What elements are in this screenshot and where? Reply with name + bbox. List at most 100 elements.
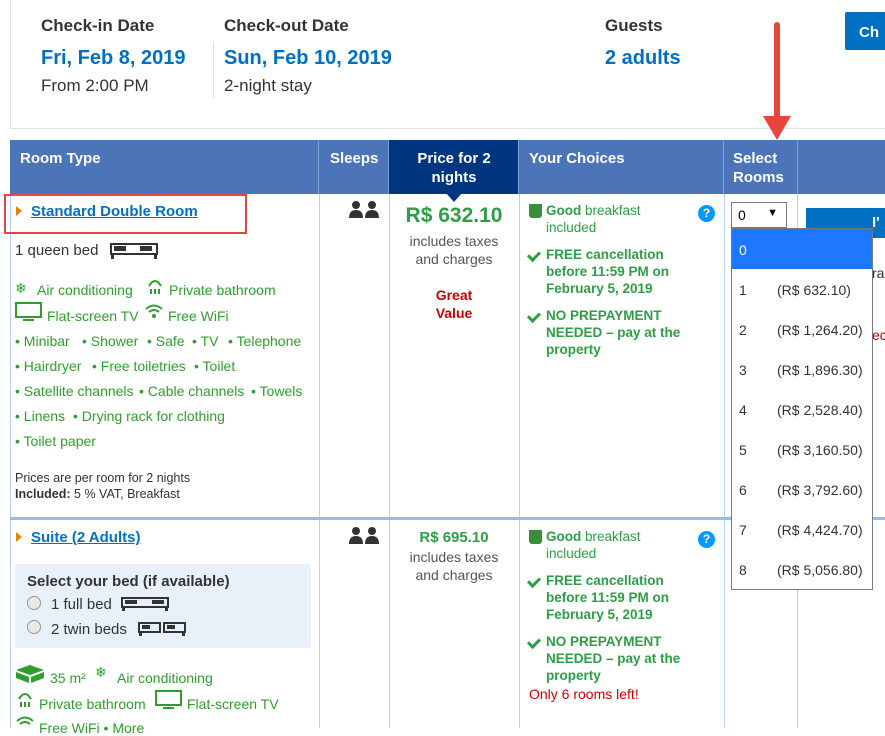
summary-divider: [213, 42, 214, 98]
header-price-line2: nights: [431, 169, 477, 186]
bed-select-title: Select your bed (if available): [27, 573, 230, 590]
facility-item: • Toilet: [194, 358, 236, 374]
amenity-flat-screen-tv: Flat-screen TV: [187, 696, 279, 712]
select-option[interactable]: 5 (R$ 3,160.50): [732, 429, 872, 469]
checkmark-icon: [526, 573, 542, 589]
room2-cancel-3: February 5, 2019: [546, 607, 653, 622]
bed-option-twin[interactable]: 2 twin beds: [51, 621, 127, 638]
facility-item: • Minibar: [15, 333, 70, 349]
breakfast-good: Good: [546, 203, 582, 218]
facility-label: Drying rack for clothing: [81, 408, 225, 424]
snowflake-icon: ❄: [15, 280, 27, 296]
facility-item: • Drying rack for clothing: [73, 408, 225, 424]
question-icon[interactable]: ?: [698, 205, 715, 222]
rooms-left-warning: Only 6 rooms left!: [529, 686, 639, 702]
bed-option-full[interactable]: 1 full bed: [51, 596, 112, 613]
twin-beds-icon: [138, 622, 186, 636]
facility-label: TV: [200, 333, 219, 349]
wifi-icon: [145, 304, 163, 318]
facility-item: • TV: [192, 333, 219, 349]
two-persons-icon: [349, 201, 379, 218]
annotation-arrow-head: [763, 116, 791, 140]
checkin-date[interactable]: Fri, Feb 8, 2019: [41, 47, 186, 70]
option-count: 2: [739, 322, 747, 338]
great-value-line2: Value: [435, 305, 473, 321]
amenity-free-wifi-more[interactable]: Free WiFi • More: [39, 720, 144, 736]
room1-bed-text: 1 queen bed: [15, 242, 99, 259]
select-option[interactable]: 1 (R$ 632.10): [732, 269, 872, 309]
facility-label: Towels: [259, 383, 303, 399]
select-option[interactable]: 7 (R$ 4,424.70): [732, 509, 872, 549]
great-value-line1: Great: [435, 287, 473, 303]
room2-prepay-1: NO PREPAYMENT: [546, 634, 662, 649]
header-sleeps: Sleeps: [319, 140, 389, 194]
included-label: Included:: [15, 487, 71, 501]
select-option[interactable]: 2 (R$ 1,264.20): [732, 309, 872, 349]
option-price: (R$ 1,264.20): [777, 322, 863, 338]
booking-summary: Check-in Date Fri, Feb 8, 2019 From 2:00…: [10, 0, 885, 129]
option-price: (R$ 2,528.40): [777, 402, 863, 418]
option-price: (R$ 3,792.60): [777, 482, 863, 498]
question-icon[interactable]: ?: [698, 531, 715, 548]
included-line: Included: 5 % VAT, Breakfast: [15, 487, 180, 501]
room2-price: R$ 695.10: [419, 529, 489, 546]
room2-price-note-2: and charges: [415, 567, 493, 583]
reserve-info-text: ec: [872, 327, 885, 343]
checkmark-icon: [526, 308, 542, 324]
facility-label: Hairdryer: [23, 358, 82, 374]
select-option[interactable]: 4 (R$ 2,528.40): [732, 389, 872, 429]
facility-item: • Towels: [251, 383, 303, 399]
header-price: Price for 2 nights: [389, 140, 519, 194]
select-option[interactable]: 8 (R$ 5,056.80): [732, 549, 872, 589]
header-select-line2: Rooms: [733, 169, 784, 186]
guests-value[interactable]: 2 adults: [605, 47, 681, 70]
facility-label: Cable channels: [147, 383, 245, 399]
option-price: (R$ 632.10): [777, 282, 851, 298]
option-price: (R$ 5,056.80): [777, 562, 863, 578]
facility-item: • Telephone: [228, 333, 302, 349]
checkmark-icon: [526, 634, 542, 650]
option-count: 0: [739, 242, 747, 258]
facility-label: Linens: [23, 408, 66, 424]
annotation-highlight-box: [4, 194, 247, 234]
change-search-button[interactable]: Ch: [845, 12, 885, 50]
select-option[interactable]: 3 (R$ 1,896.30): [732, 349, 872, 389]
amenity-air-conditioning: Air conditioning: [117, 670, 213, 686]
select-option[interactable]: 6 (R$ 3,792.60): [732, 469, 872, 509]
room1-cancel-2: before 11:59 PM on: [546, 264, 670, 279]
select-option[interactable]: 0: [732, 229, 872, 269]
room2-cancel-2: before 11:59 PM on: [546, 590, 670, 605]
facility-label: Telephone: [236, 333, 302, 349]
wifi-icon: [16, 716, 34, 725]
reserve-button-label: I': [872, 214, 880, 231]
amenity-private-bathroom: Private bathroom: [39, 696, 146, 712]
price-header-pointer: [446, 193, 462, 202]
room-name-suite[interactable]: Suite (2 Adults): [31, 529, 140, 546]
bed-radio-twin[interactable]: [27, 620, 41, 634]
room2-prepay-2: NEEDED – pay at the: [546, 651, 681, 666]
header-room-type: Room Type: [10, 140, 319, 194]
option-count: 5: [739, 442, 747, 458]
rooms-table-header: Room Type Sleeps Price for 2 nights Your…: [10, 140, 885, 194]
dropdown-arrow-icon: ▼: [767, 207, 778, 219]
header-select-line1: Select: [733, 150, 778, 167]
facility-item: • Cable channels: [139, 383, 245, 399]
bed-radio-full[interactable]: [27, 596, 41, 610]
room1-price-note-1: includes taxes: [409, 233, 499, 249]
coffee-cup-icon: [529, 204, 542, 218]
facility-label: Satellite channels: [23, 383, 134, 399]
facility-item: • Hairdryer: [15, 358, 82, 374]
option-price: (R$ 4,424.70): [777, 522, 863, 538]
full-bed-icon: [121, 597, 169, 611]
header-price-line1: Price for 2: [417, 150, 491, 167]
shower-icon: [148, 280, 162, 294]
reserve-info-text: ra: [872, 265, 885, 281]
facility-item: • Shower: [82, 333, 139, 349]
select-rooms-dropdown[interactable]: 0 ▼: [731, 202, 787, 228]
checkout-date[interactable]: Sun, Feb 10, 2019: [224, 47, 392, 70]
room1-price: R$ 632.10: [405, 204, 503, 227]
queen-bed-icon: [110, 243, 158, 259]
header-select-rooms: Select Rooms: [724, 140, 798, 194]
annotation-arrow: [774, 22, 780, 120]
amenity-flat-screen-tv: Flat-screen TV: [47, 308, 139, 324]
